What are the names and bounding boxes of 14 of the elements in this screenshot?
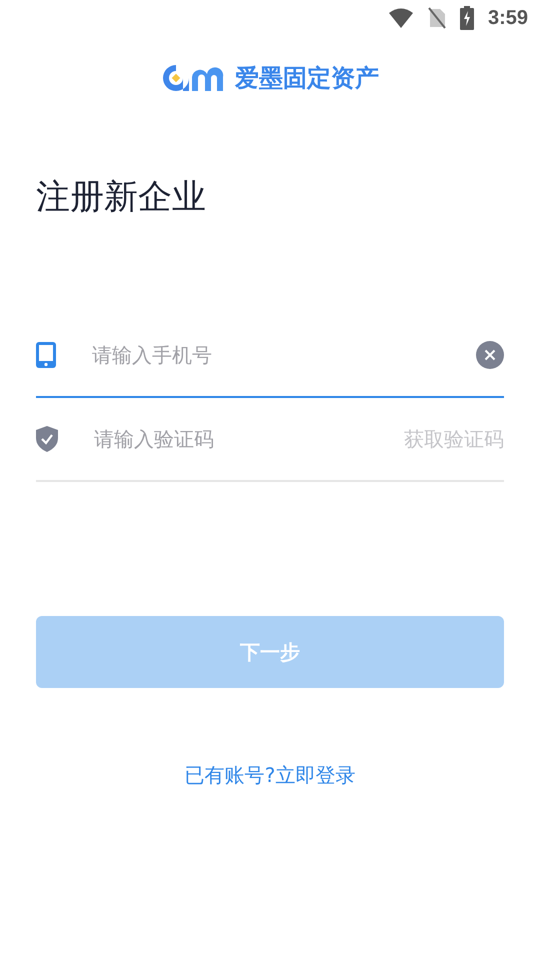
get-code-link[interactable]: 获取验证码 [404,426,504,452]
brand-name: 爱墨固定资产 [235,63,379,94]
status-time: 3:59 [488,6,528,30]
logo-icon [161,63,225,93]
wifi-icon [388,8,414,28]
shield-check-icon [36,426,58,452]
login-link[interactable]: 已有账号?立即登录 [184,762,356,789]
battery-icon [460,6,474,30]
page-title: 注册新企业 [36,176,207,219]
input-field[interactable]: 请输入手机号 [90,342,476,368]
input-field[interactable]: 请输入验证码 [92,426,404,452]
no-sim-icon [428,7,446,29]
clear-icon[interactable] [476,341,504,369]
phone-icon [36,342,56,368]
